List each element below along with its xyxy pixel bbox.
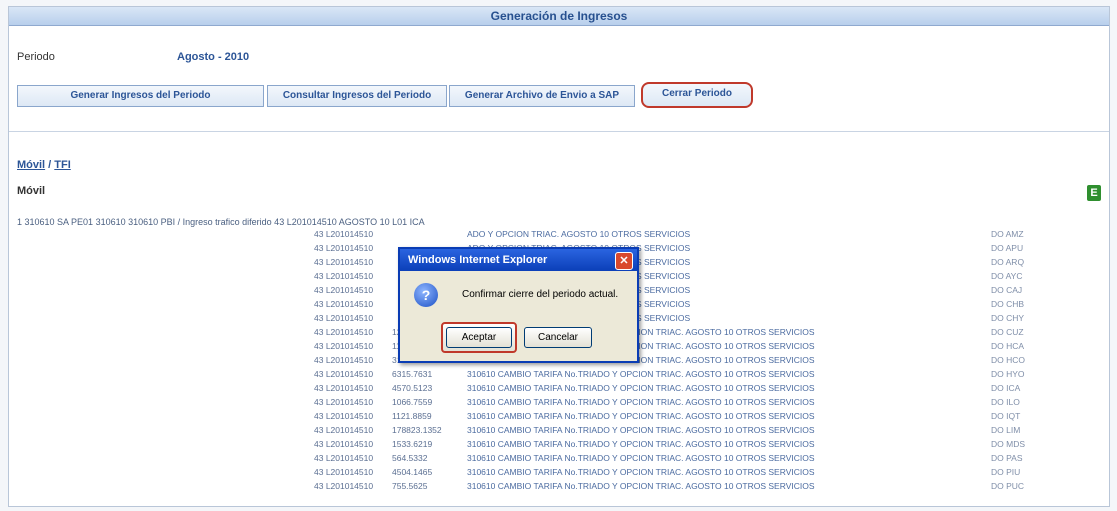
table-cell-description: 310610 CAMBIO TARIFA No.TRIADO Y OPCION … bbox=[467, 481, 815, 491]
table-row: 43 L201014510 178823.1352 310610 CAMBIO TA… bbox=[9, 425, 1109, 436]
table-row: 43 L201014510 564.5332 310610 CAMBIO TARIF… bbox=[9, 453, 1109, 464]
cerrar-periodo-button[interactable]: Cerrar Periodo bbox=[641, 82, 753, 108]
table-row: 43 L201014510 ADO Y OPCION TRIAC. AGOSTO … bbox=[9, 229, 1109, 240]
confirm-dialog: Windows Internet Explorer ✕ ? Confirmar … bbox=[398, 247, 639, 363]
table-cell-code: DO AYC bbox=[991, 271, 1023, 281]
table-cell-amount: 6315.7631 bbox=[392, 369, 433, 379]
table-cell-code: DO LIM bbox=[991, 425, 1021, 435]
table-cell-amount: 564.5332 bbox=[392, 453, 428, 463]
table-row: 43 L201014510 755.5625 310610 CAMBIO TARIF… bbox=[9, 481, 1109, 492]
table-cell-description: 310610 CAMBIO TARIFA No.TRIADO Y OPCION … bbox=[467, 453, 815, 463]
table-cell-code: DO HCA bbox=[991, 341, 1025, 351]
table-cell-amount: 755.5625 bbox=[392, 481, 428, 491]
question-icon: ? bbox=[414, 283, 438, 307]
table-cell-account: 43 L201014510 bbox=[314, 481, 374, 491]
excel-export-icon[interactable]: E bbox=[1087, 185, 1101, 201]
table-cell-account: 43 L201014510 bbox=[314, 327, 374, 337]
table-cell-amount: 4570.5123 bbox=[392, 383, 433, 393]
table-row: 43 L201014510 4570.5123 310610 CAMBIO TARI… bbox=[9, 383, 1109, 394]
table-cell-account: 43 L201014510 bbox=[314, 425, 374, 435]
table-cell-code: DO MDS bbox=[991, 439, 1025, 449]
table-row: 43 L201014510 1533.6219 310610 CAMBIO TARI… bbox=[9, 439, 1109, 450]
periodo-value: Agosto - 2010 bbox=[177, 51, 250, 63]
table-cell-code: DO HYO bbox=[991, 369, 1025, 379]
table-cell-description: 310610 CAMBIO TARIFA No.TRIADO Y OPCION … bbox=[467, 397, 815, 407]
table-row: 43 L201014510 6315.7631 310610 CAMBIO TARI… bbox=[9, 369, 1109, 380]
dialog-titlebar: Windows Internet Explorer ✕ bbox=[400, 249, 637, 271]
table-cell-amount: 1533.6219 bbox=[392, 439, 433, 449]
table-cell-code: DO CHB bbox=[991, 299, 1025, 309]
table-row: 43 L201014510 4504.1465 310610 CAMBIO TARI… bbox=[9, 467, 1109, 478]
table-row: 43 L201014510 1121.8859 310610 CAMBIO TARI… bbox=[9, 411, 1109, 422]
generar-ingresos-button[interactable]: Generar Ingresos del Periodo bbox=[17, 85, 264, 107]
section-title: Móvil bbox=[17, 185, 46, 197]
table-cell-account: 43 L201014510 bbox=[314, 369, 374, 379]
tab-separator: / bbox=[45, 159, 55, 171]
section-tabs: Móvil / TFI bbox=[17, 159, 71, 171]
periodo-label: Periodo bbox=[17, 51, 55, 63]
table-cell-code: DO CUZ bbox=[991, 327, 1024, 337]
table-cell-description: 310610 CAMBIO TARIFA No.TRIADO Y OPCION … bbox=[467, 425, 815, 435]
table-cell-account: 43 L201014510 bbox=[314, 285, 374, 295]
main-frame: Generación de Ingresos Periodo Agosto - … bbox=[8, 6, 1110, 507]
dialog-message: Confirmar cierre del periodo actual. bbox=[462, 289, 619, 300]
table-cell-code: DO IQT bbox=[991, 411, 1021, 421]
table-cell-code: DO HCO bbox=[991, 355, 1025, 365]
table-cell-account: 43 L201014510 bbox=[314, 341, 374, 351]
table-cell-account: 43 L201014510 bbox=[314, 397, 374, 407]
table-cell-account: 43 L201014510 bbox=[314, 411, 374, 421]
tab-tfi[interactable]: TFI bbox=[54, 159, 71, 171]
table-cell-code: DO PIU bbox=[991, 467, 1021, 477]
table-cell-code: DO PUC bbox=[991, 481, 1025, 491]
table-cell-amount: 1066.7559 bbox=[392, 397, 433, 407]
table-cell-amount: 1121.8859 bbox=[392, 411, 432, 421]
generar-archivo-sap-button[interactable]: Generar Archivo de Envio a SAP bbox=[449, 85, 635, 107]
table-cell-description: 310610 CAMBIO TARIFA No.TRIADO Y OPCION … bbox=[467, 369, 815, 379]
table-cell-account: 43 L201014510 bbox=[314, 467, 374, 477]
divider bbox=[9, 131, 1109, 132]
table-cell-account: 43 L201014510 bbox=[314, 453, 374, 463]
table-cell-account: 43 L201014510 bbox=[314, 439, 374, 449]
table-cell-description: 310610 CAMBIO TARIFA No.TRIADO Y OPCION … bbox=[467, 383, 815, 393]
dialog-title: Windows Internet Explorer bbox=[408, 254, 548, 266]
table-cell-account: 43 L201014510 bbox=[314, 313, 374, 323]
table-cell-code: DO ILO bbox=[991, 397, 1020, 407]
table-cell-amount: 4504.1465 bbox=[392, 467, 433, 477]
table-cell-description: 310610 CAMBIO TARIFA No.TRIADO Y OPCION … bbox=[467, 467, 815, 477]
table-cell-code: DO CHY bbox=[991, 313, 1025, 323]
table-cell-code: DO ICA bbox=[991, 383, 1021, 393]
table-cell-code: DO CAJ bbox=[991, 285, 1023, 295]
aceptar-button[interactable]: Aceptar bbox=[446, 327, 512, 348]
cancelar-button[interactable]: Cancelar bbox=[524, 327, 592, 348]
table-cell-code: DO APU bbox=[991, 243, 1024, 253]
table-cell-account: 43 L201014510 bbox=[314, 355, 374, 365]
table-cell-code: DO PAS bbox=[991, 453, 1023, 463]
table-row: 43 L201014510 1066.7559 310610 CAMBIO TARI… bbox=[9, 397, 1109, 408]
consultar-ingresos-button[interactable]: Consultar Ingresos del Periodo bbox=[267, 85, 447, 107]
table-cell-description: ADO Y OPCION TRIAC. AGOSTO 10 OTROS SERV… bbox=[467, 229, 691, 239]
table-cell-description: 310610 CAMBIO TARIFA No.TRIADO Y OPCION … bbox=[467, 411, 815, 421]
table-cell-account: 43 L201014510 bbox=[314, 271, 374, 281]
tab-movil[interactable]: Móvil bbox=[17, 159, 45, 171]
table-cell-account: 43 L201014510 bbox=[314, 383, 374, 393]
table-cell-account: 43 L201014510 bbox=[314, 229, 374, 239]
table-cell-amount: 178823.1352 bbox=[392, 425, 442, 435]
table-cell-account: 43 L201014510 bbox=[314, 243, 374, 253]
table-cell-account: 43 L201014510 bbox=[314, 257, 374, 267]
table-cell-description: 310610 CAMBIO TARIFA No.TRIADO Y OPCION … bbox=[467, 439, 815, 449]
table-cell-code: DO ARQ bbox=[991, 257, 1025, 267]
close-icon[interactable]: ✕ bbox=[615, 252, 633, 270]
table-cell-code: DO AMZ bbox=[991, 229, 1024, 239]
page-title: Generación de Ingresos bbox=[9, 7, 1109, 26]
table-cell-account: 43 L201014510 bbox=[314, 299, 374, 309]
table-header-line: 1 310610 SA PE01 310610 310610 PBI / Ing… bbox=[17, 217, 425, 227]
